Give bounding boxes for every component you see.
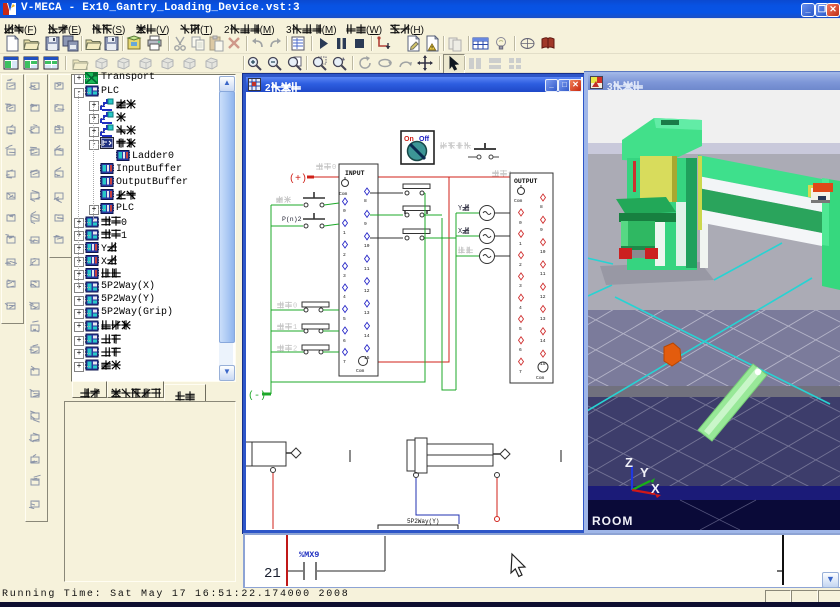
svg-text:Y: Y <box>640 465 649 480</box>
svg-text:Z: Z <box>625 455 633 470</box>
svg-text:0: 0 <box>293 303 297 311</box>
svg-text:5: 5 <box>519 326 522 332</box>
svg-text:Com: Com <box>514 198 523 204</box>
svg-text:7: 7 <box>343 359 346 365</box>
svg-text:13: 13 <box>540 316 546 322</box>
svg-text:8: 8 <box>540 204 543 210</box>
svg-text:9: 9 <box>540 227 543 233</box>
svg-text:%MX9: %MX9 <box>299 550 319 560</box>
svg-text:1: 1 <box>343 230 346 236</box>
svg-text:8: 8 <box>364 198 367 204</box>
svg-text:7: 7 <box>519 369 522 375</box>
svg-text:(-): (-) <box>248 390 266 402</box>
svg-text:12: 12 <box>364 288 370 294</box>
svg-text:2: 2 <box>519 262 522 268</box>
svg-text:Y: Y <box>458 205 463 213</box>
svg-text:10: 10 <box>540 249 546 255</box>
svg-text:X: X <box>458 228 463 236</box>
svg-text:5P2Way(Y): 5P2Way(Y) <box>407 518 439 525</box>
svg-text:5: 5 <box>343 316 346 322</box>
svg-text:X: X <box>651 481 660 496</box>
svg-text:4: 4 <box>343 294 346 300</box>
svg-text:21: 21 <box>264 566 281 582</box>
svg-text:10: 10 <box>364 243 370 249</box>
svg-text:9: 9 <box>364 221 367 227</box>
svg-text:Com: Com <box>339 191 348 197</box>
svg-text:OUTPUT: OUTPUT <box>514 178 538 185</box>
svg-text:Com: Com <box>536 375 545 381</box>
svg-text:Com: Com <box>356 368 365 374</box>
svg-text:0: 0 <box>332 164 336 172</box>
svg-text:14: 14 <box>364 333 370 339</box>
svg-text:2: 2 <box>343 252 346 258</box>
svg-text:P(n)2: P(n)2 <box>282 216 302 223</box>
svg-text:13: 13 <box>364 310 370 316</box>
svg-text:3: 3 <box>519 283 522 289</box>
svg-text:3: 3 <box>343 273 346 279</box>
svg-text:INPUT: INPUT <box>345 170 365 177</box>
svg-text:11: 11 <box>540 271 546 277</box>
svg-text:1: 1 <box>519 241 522 247</box>
svg-text:12: 12 <box>540 294 546 300</box>
svg-text:11: 11 <box>364 266 370 272</box>
svg-text:0: 0 <box>343 208 346 214</box>
svg-text:ROOM: ROOM <box>592 514 633 528</box>
svg-text:(+): (+) <box>289 173 307 185</box>
svg-text:6: 6 <box>343 338 346 344</box>
svg-text:14: 14 <box>540 338 546 344</box>
svg-text:6: 6 <box>519 347 522 353</box>
svg-text:0: 0 <box>519 220 522 226</box>
svg-text:4: 4 <box>519 305 522 311</box>
